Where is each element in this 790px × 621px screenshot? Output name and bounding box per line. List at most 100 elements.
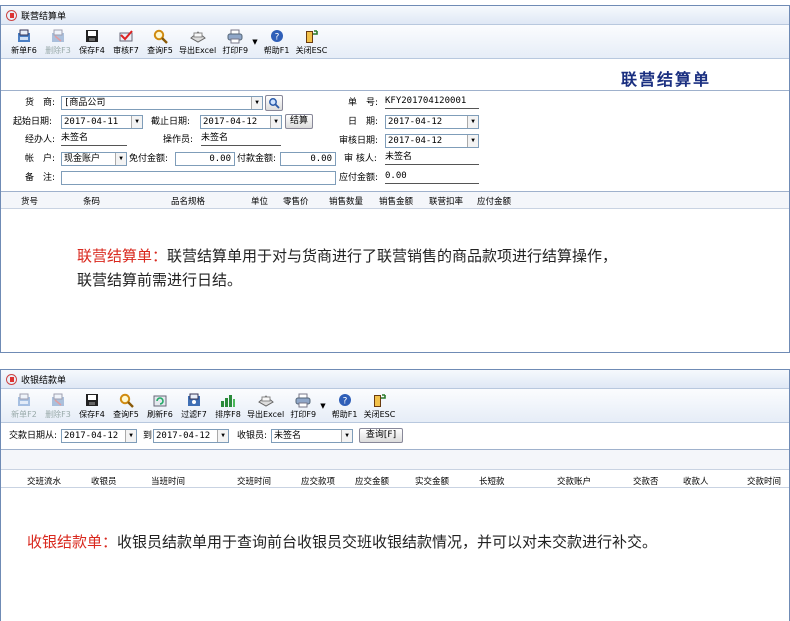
column-header[interactable]: 应交款项 [301,475,335,487]
date-to-picker[interactable]: 2017-04-12 ▼ [153,429,229,443]
app-icon [6,9,17,21]
toolbar-button-label: 保存F4 [79,410,105,419]
toolbar-button[interactable]: 排序F8 [213,392,243,420]
cashier-value: 未签名 [274,431,302,441]
toolbar-button[interactable]: 导出Excel [247,392,284,420]
query-button[interactable]: 查询[F] [359,428,403,443]
table-header: 交班流水 收银员 当班时间 交班时间 应交款项 应交金额 实交金额 长短款 交款账户 交款否 收款人… [1,472,789,488]
chevron-down-icon[interactable]: ▼ [467,135,478,147]
supplier-combo[interactable]: [商品公司 ▼ [61,96,263,110]
sort-icon [219,392,237,408]
column-header[interactable]: 货号 [21,195,38,207]
printer-icon [226,28,244,44]
toolbar-button[interactable]: 导出Excel [179,28,216,56]
toolbar-button[interactable]: 保存F4 [77,392,107,420]
column-header[interactable]: 零售价 [283,195,309,207]
chevron-down-icon[interactable]: ▼ [131,116,142,128]
chevron-down-icon[interactable]: ▼ [115,153,126,165]
toolbar-button-label: 导出Excel [179,46,217,55]
handler-value[interactable]: 未签名 [61,132,127,146]
exit-icon [370,392,388,408]
toolbar-button[interactable]: 删除F3 [43,28,73,56]
date-from-picker[interactable]: 2017-04-12 ▼ [61,429,137,443]
cashier-combo[interactable]: 未签名 ▼ [271,429,353,443]
toolbar-button[interactable]: 保存F4 [77,28,107,56]
toolbar-button[interactable]: 新单F2 [9,392,39,420]
settle-button[interactable]: 结算 [285,114,313,129]
remark-input[interactable] [61,171,336,185]
column-header[interactable]: 应交金额 [355,475,389,487]
free-amount-label: 免付金额: [129,154,169,164]
toolbar-button[interactable]: ? 帮助F1 [330,392,360,420]
column-header[interactable]: 品名规格 [171,195,205,207]
toolbar-button[interactable]: 打印F9 [288,392,318,420]
column-header[interactable]: 交班流水 [27,475,61,487]
toolbar-button[interactable]: 新单F6 [9,28,39,56]
chevron-down-icon[interactable]: ▼ [341,430,352,442]
column-header[interactable]: 联营扣率 [429,195,463,207]
supplier-value: [商品公司 [64,98,106,108]
column-header[interactable]: 交班时间 [237,475,271,487]
payable-label: 应付金额: [339,173,379,183]
date-picker[interactable]: 2017-04-12 ▼ [385,115,479,129]
toolbar-button-label: 新单F2 [11,410,37,419]
search-icon [151,28,169,44]
chevron-down-icon[interactable]: ▼ [251,97,262,109]
account-combo[interactable]: 现金账户 ▼ [61,152,127,166]
audit-date-picker[interactable]: 2017-04-12 ▼ [385,134,479,148]
column-header[interactable]: 交款否 [633,475,659,487]
column-header[interactable]: 交款时间 [747,475,781,487]
chevron-down-icon[interactable]: ▼ [217,430,228,442]
description-title: 联营结算单： [77,247,168,265]
filter-icon [185,392,203,408]
column-header[interactable]: 销售数量 [329,195,363,207]
column-header[interactable]: 单位 [251,195,268,207]
toolbar-button[interactable]: 关闭ESC [296,28,327,56]
column-header[interactable]: 条码 [83,195,100,207]
auditor-value: 未签名 [385,151,479,165]
description: 联营结算单：联营结算单用于对与货商进行了联营销售的商品款项进行结算操作， 联营结… [77,244,617,292]
doc-heading: 联营结算单 [621,70,712,89]
app-icon [6,373,17,385]
toolbar-button-label: 保存F4 [79,46,105,55]
toolbar-button[interactable]: 过滤F7 [179,392,209,420]
toolbar-button[interactable]: 审核F7 [111,28,141,56]
new-doc-icon [15,28,33,44]
toolbar-button[interactable]: 删除F3 [43,392,73,420]
delete-doc-icon [49,392,67,408]
toolbar-button[interactable]: 查询F5 [145,28,175,56]
refresh-icon [151,392,169,408]
supplier-search-button[interactable] [265,95,283,111]
free-amount-input[interactable]: 0.00 [175,152,235,166]
free-amount-value: 0.00 [209,154,231,164]
toolbar-button[interactable]: 查询F5 [111,392,141,420]
toolbar: 新单F6 删除F3 保存F4 审核F7 查询F5 导出Excel 打印F9 ▼ ? 帮助F1 关闭E… [1,25,789,59]
toolbar-button-label: 新单F6 [11,46,37,55]
column-header[interactable]: 交款账户 [557,475,591,487]
end-date-picker[interactable]: 2017-04-12 ▼ [200,115,282,129]
date-value: 2017-04-12 [388,117,443,127]
chevron-down-icon[interactable]: ▼ [252,38,257,46]
toolbar-button-label: 删除F3 [45,410,71,419]
column-header[interactable]: 长短款 [479,475,505,487]
toolbar-button[interactable]: 打印F9 [220,28,250,56]
chevron-down-icon[interactable]: ▼ [125,430,136,442]
toolbar-button[interactable]: 关闭ESC [364,392,395,420]
pay-amount-input[interactable]: 0.00 [280,152,336,166]
column-header[interactable]: 收银员 [91,475,117,487]
column-header[interactable]: 销售金额 [379,195,413,207]
toolbar-button[interactable]: 刷新F6 [145,392,175,420]
column-header[interactable]: 应付金额 [477,195,511,207]
column-header[interactable]: 当班时间 [151,475,185,487]
end-date-value: 2017-04-12 [203,117,258,127]
chevron-down-icon[interactable]: ▼ [467,116,478,128]
toolbar-button-label: 过滤F7 [181,410,207,419]
toolbar-button[interactable]: ? 帮助F1 [262,28,292,56]
toolbar-button-label: 查询F5 [113,410,139,419]
chevron-down-icon[interactable]: ▼ [320,402,325,410]
chevron-down-icon[interactable]: ▼ [270,116,281,128]
toolbar-button-label: 帮助F1 [331,410,358,419]
start-date-picker[interactable]: 2017-04-11 ▼ [61,115,143,129]
column-header[interactable]: 实交金额 [415,475,449,487]
column-header[interactable]: 收款人 [683,475,709,487]
